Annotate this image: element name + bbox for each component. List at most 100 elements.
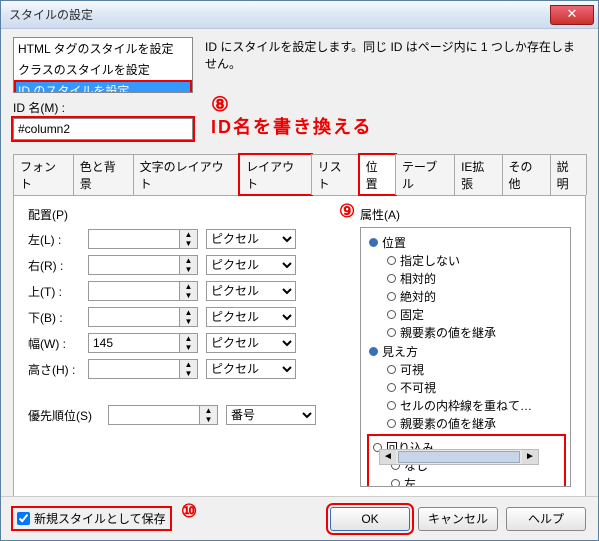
unit-select[interactable]: ピクセル bbox=[206, 255, 296, 275]
save-new-checkbox-wrap[interactable]: 新規スタイルとして保存 bbox=[13, 508, 170, 529]
window-title: スタイルの設定 bbox=[9, 6, 93, 23]
style-type-list[interactable]: HTML タグのスタイルを設定 クラスのスタイルを設定 ID のスタイルを設定 bbox=[13, 37, 193, 93]
tree-label: 指定しない bbox=[400, 252, 460, 269]
tab-3[interactable]: レイアウト bbox=[239, 154, 311, 195]
value-spinner[interactable]: ▲▼ bbox=[88, 255, 198, 275]
tab-1[interactable]: 色と背景 bbox=[73, 154, 134, 195]
value-spinner[interactable]: ▲▼ bbox=[88, 307, 198, 327]
tree-item[interactable]: 固定 bbox=[387, 306, 566, 323]
unit-select[interactable]: ピクセル bbox=[206, 229, 296, 249]
radio-icon bbox=[391, 479, 400, 487]
list-item-selected[interactable]: ID のスタイルを設定 bbox=[14, 80, 192, 93]
spin-up-icon[interactable]: ▲ bbox=[200, 406, 217, 415]
horizontal-scrollbar[interactable]: ◄ ► bbox=[379, 449, 539, 465]
tab-6[interactable]: テーブル bbox=[395, 154, 455, 195]
placement-heading: 配置(P) bbox=[28, 206, 348, 223]
spin-up-icon[interactable]: ▲ bbox=[180, 308, 197, 317]
tree-label: 親要素の値を継承 bbox=[400, 324, 496, 341]
tree-label: 相対的 bbox=[400, 270, 436, 287]
help-button[interactable]: ヘルプ bbox=[506, 507, 586, 531]
spin-down-icon[interactable]: ▼ bbox=[180, 343, 197, 352]
annotation-9: ⑨ bbox=[339, 201, 355, 222]
spin-down-icon[interactable]: ▼ bbox=[180, 265, 197, 274]
close-button[interactable]: ✕ bbox=[550, 5, 594, 25]
unit-select[interactable]: ピクセル bbox=[206, 359, 296, 379]
tree-label: 固定 bbox=[400, 306, 424, 323]
tree-item[interactable]: 相対的 bbox=[387, 270, 566, 287]
value-input[interactable] bbox=[89, 230, 179, 248]
attributes-tree[interactable]: 位置指定しない相対的絶対的固定親要素の値を継承見え方可視不可視セルの内枠線を重ね… bbox=[360, 227, 571, 487]
value-input[interactable] bbox=[89, 256, 179, 274]
value-input[interactable] bbox=[89, 308, 179, 326]
tab-5[interactable]: 位置 bbox=[359, 154, 396, 195]
row-label: 上(T) : bbox=[28, 283, 88, 300]
tree-group-header[interactable]: 見え方 bbox=[369, 343, 566, 360]
value-input[interactable] bbox=[89, 334, 179, 352]
unit-select[interactable]: ピクセル bbox=[206, 281, 296, 301]
dialog-window: スタイルの設定 ✕ HTML タグのスタイルを設定 クラスのスタイルを設定 ID… bbox=[0, 0, 599, 541]
scroll-thumb[interactable] bbox=[398, 451, 520, 463]
tree-item[interactable]: 左 bbox=[391, 475, 562, 487]
ok-button[interactable]: OK bbox=[330, 507, 410, 531]
value-input[interactable] bbox=[89, 360, 179, 378]
value-spinner[interactable]: ▲▼ bbox=[88, 333, 198, 353]
tree-item[interactable]: 指定しない bbox=[387, 252, 566, 269]
id-name-input[interactable] bbox=[13, 118, 193, 140]
tree-item[interactable]: 不可視 bbox=[387, 379, 566, 396]
priority-spinner[interactable]: ▲▼ bbox=[108, 405, 218, 425]
tree-item[interactable]: 親要素の値を継承 bbox=[387, 415, 566, 432]
tab-8[interactable]: その他 bbox=[502, 154, 551, 195]
scroll-left-icon[interactable]: ◄ bbox=[380, 450, 396, 464]
tree-label: 左 bbox=[404, 475, 416, 487]
tree-item[interactable]: 絶対的 bbox=[387, 288, 566, 305]
placement-column: 配置(P) 左(L) :▲▼ピクセル右(R) :▲▼ピクセル上(T) :▲▼ピク… bbox=[28, 206, 348, 505]
spin-down-icon[interactable]: ▼ bbox=[180, 291, 197, 300]
tab-4[interactable]: リスト bbox=[311, 154, 360, 195]
spin-up-icon[interactable]: ▲ bbox=[180, 282, 197, 291]
cancel-button[interactable]: キャンセル bbox=[418, 507, 498, 531]
priority-input[interactable] bbox=[109, 406, 199, 424]
radio-icon bbox=[387, 383, 396, 392]
list-item[interactable]: クラスのスタイルを設定 bbox=[14, 59, 192, 80]
spin-down-icon[interactable]: ▼ bbox=[180, 317, 197, 326]
spin-down-icon[interactable]: ▼ bbox=[200, 415, 217, 424]
priority-label: 優先順位(S) bbox=[28, 407, 108, 424]
list-item[interactable]: HTML タグのスタイルを設定 bbox=[14, 38, 192, 59]
value-input[interactable] bbox=[89, 282, 179, 300]
placement-row: 右(R) :▲▼ピクセル bbox=[28, 255, 348, 275]
spin-up-icon[interactable]: ▲ bbox=[180, 230, 197, 239]
priority-row: 優先順位(S) ▲▼ 番号 bbox=[28, 405, 348, 425]
tab-bar: フォント色と背景文字のレイアウトレイアウトリスト位置テーブルIE拡張その他説明 bbox=[13, 154, 586, 196]
content-area: HTML タグのスタイルを設定 クラスのスタイルを設定 ID のスタイルを設定 … bbox=[1, 29, 598, 489]
scroll-right-icon[interactable]: ► bbox=[522, 450, 538, 464]
spin-down-icon[interactable]: ▼ bbox=[180, 369, 197, 378]
row-label: 右(R) : bbox=[28, 257, 88, 274]
tree-item[interactable]: 親要素の値を継承 bbox=[387, 324, 566, 341]
tree-label: 親要素の値を継承 bbox=[400, 415, 496, 432]
unit-select[interactable]: ピクセル bbox=[206, 333, 296, 353]
radio-icon bbox=[387, 274, 396, 283]
tree-label: 見え方 bbox=[382, 343, 418, 360]
spin-up-icon[interactable]: ▲ bbox=[180, 256, 197, 265]
value-spinner[interactable]: ▲▼ bbox=[88, 229, 198, 249]
spin-up-icon[interactable]: ▲ bbox=[180, 360, 197, 369]
tree-label: 絶対的 bbox=[400, 288, 436, 305]
value-spinner[interactable]: ▲▼ bbox=[88, 281, 198, 301]
save-new-label: 新規スタイルとして保存 bbox=[34, 510, 166, 527]
spin-down-icon[interactable]: ▼ bbox=[180, 239, 197, 248]
tree-group-header[interactable]: 位置 bbox=[369, 234, 566, 251]
tab-9[interactable]: 説明 bbox=[550, 154, 587, 195]
titlebar: スタイルの設定 ✕ bbox=[1, 1, 598, 29]
placement-row: 下(B) :▲▼ピクセル bbox=[28, 307, 348, 327]
value-spinner[interactable]: ▲▼ bbox=[88, 359, 198, 379]
tab-0[interactable]: フォント bbox=[13, 154, 74, 195]
spin-up-icon[interactable]: ▲ bbox=[180, 334, 197, 343]
tab-7[interactable]: IE拡張 bbox=[454, 154, 502, 195]
unit-select[interactable]: ピクセル bbox=[206, 307, 296, 327]
tab-2[interactable]: 文字のレイアウト bbox=[133, 154, 241, 195]
priority-unit-select[interactable]: 番号 bbox=[226, 405, 316, 425]
tree-item[interactable]: 可視 bbox=[387, 361, 566, 378]
tree-item[interactable]: セルの内枠線を重ねて… bbox=[387, 397, 566, 414]
save-new-checkbox[interactable] bbox=[17, 512, 30, 525]
annotation-label: ID名を書き換える bbox=[211, 113, 372, 139]
